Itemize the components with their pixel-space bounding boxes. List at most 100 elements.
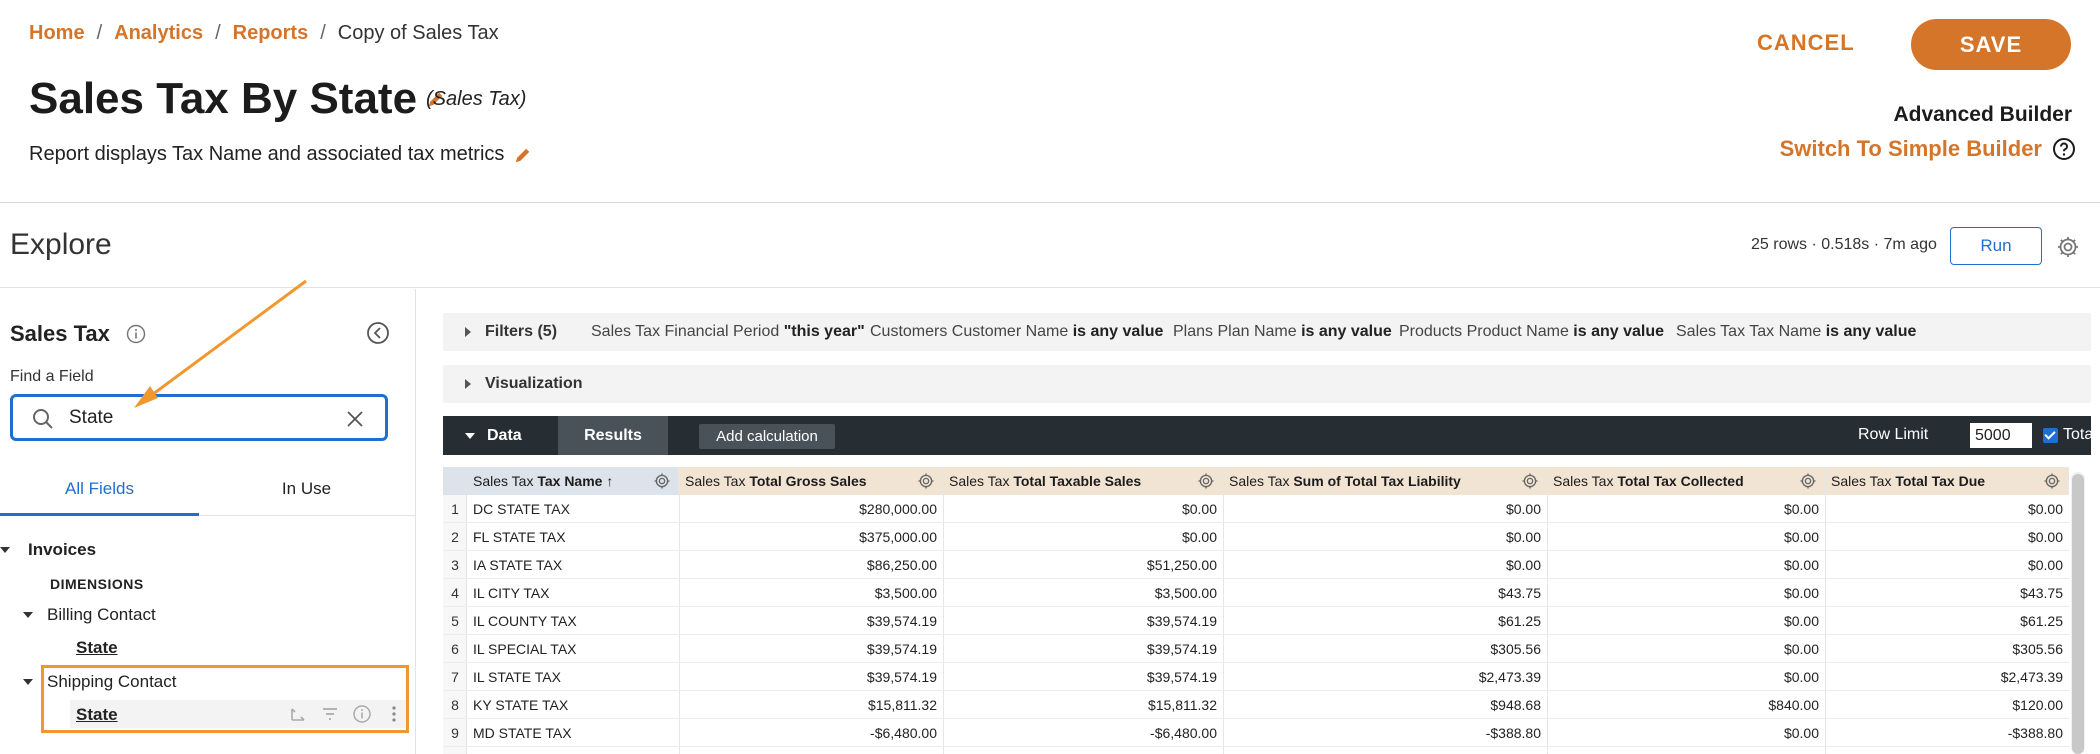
tree-group-shipping-contact[interactable]: Shipping Contact — [23, 672, 176, 692]
report-source-tag: (Sales Tax) — [426, 88, 527, 110]
row-limit-input[interactable] — [1970, 423, 2032, 448]
gear-icon[interactable] — [2056, 235, 2080, 259]
field-search-box — [10, 394, 388, 441]
column-header-field: Total Tax Collected — [1617, 473, 1744, 489]
row-index: 4 — [451, 585, 459, 601]
column-header-view: Sales Tax — [473, 473, 538, 489]
column-header-view: Sales Tax — [949, 473, 1014, 489]
value-cell: -$388.80 — [1485, 725, 1541, 741]
value-cell: $0.00 — [1783, 501, 1819, 517]
value-cell: $0.00 — [1783, 557, 1819, 573]
gear-icon[interactable] — [1197, 472, 1215, 490]
info-icon[interactable] — [126, 324, 146, 344]
value-cell: $2,473.39 — [1478, 669, 1541, 685]
column-header-view: Sales Tax — [685, 473, 750, 489]
gear-icon[interactable] — [1799, 472, 1817, 490]
field-search-input[interactable] — [69, 405, 339, 431]
table-row: 8 KY STATE TAX $15,811.32 $15,811.32 $948.68… — [443, 691, 2069, 719]
gear-icon[interactable] — [653, 472, 671, 490]
value-cell: $375,000.00 — [859, 529, 937, 545]
dimensions-heading: DIMENSIONS — [50, 576, 144, 592]
tab-in-use[interactable]: In Use — [207, 464, 406, 516]
clear-icon[interactable] — [345, 409, 365, 429]
column-header[interactable]: Sales Tax Tax Name ↑ — [467, 467, 679, 495]
tree-view-invoices[interactable]: Invoices — [0, 540, 96, 560]
column-header-field: Total Taxable Sales — [1013, 473, 1142, 489]
field-tabs: All Fields In Use — [0, 464, 416, 516]
column-header[interactable]: Sales Tax Total Tax Due — [1825, 467, 2069, 495]
pivot-icon[interactable] — [288, 704, 308, 724]
tab-all-fields[interactable]: All Fields — [0, 464, 199, 516]
row-index: 5 — [451, 613, 459, 629]
gear-icon[interactable] — [917, 472, 935, 490]
add-calculation-button[interactable]: Add calculation — [699, 424, 835, 449]
page-title: Sales Tax By State — [29, 74, 418, 123]
dimensions-label: DIMENSIONS — [50, 576, 144, 592]
field-billing-state[interactable]: State — [76, 638, 118, 658]
gear-icon[interactable] — [1521, 472, 1539, 490]
breadcrumb-separator: / — [96, 22, 103, 44]
run-button[interactable]: Run — [1950, 227, 2042, 265]
totals-label: Totals — [2063, 426, 2100, 443]
table-row: 7 IL STATE TAX $39,574.19 $39,574.19 $2,473.… — [443, 663, 2069, 691]
breadcrumb-home[interactable]: Home — [29, 22, 85, 45]
collapse-icon[interactable] — [366, 321, 390, 345]
explore-title: Explore — [10, 228, 112, 261]
tax-name-cell: DC STATE TAX — [473, 501, 570, 517]
tab-data[interactable]: Data — [443, 416, 556, 455]
gear-icon[interactable] — [2043, 472, 2061, 490]
table-row: 1 DC STATE TAX $280,000.00 $0.00 $0.00 $0.00 $… — [443, 495, 2069, 523]
filters-panel[interactable]: Filters (5) Sales Tax Financial Period "… — [443, 313, 2091, 351]
value-cell: $39,574.19 — [1146, 669, 1217, 685]
caret-down-icon — [465, 432, 475, 439]
results-table: Sales Tax Tax Name ↑ Sales Tax Total Gros… — [443, 467, 2069, 754]
value-cell: $2,473.39 — [2000, 669, 2063, 685]
info-icon[interactable] — [352, 704, 372, 724]
row-index: 9 — [451, 725, 459, 741]
row-index: 1 — [451, 501, 459, 517]
scrollbar-thumb[interactable] — [2072, 474, 2084, 754]
report-description-row: Report displays Tax Name and associated … — [29, 143, 532, 166]
breadcrumb-analytics[interactable]: Analytics — [114, 22, 203, 45]
value-cell: $3,500.00 — [1154, 585, 1217, 601]
value-cell: $305.56 — [2012, 641, 2063, 657]
value-cell: $61.25 — [1498, 613, 1541, 629]
tab-results[interactable]: Results — [558, 416, 668, 455]
filter-icon[interactable] — [320, 704, 340, 724]
tax-name-cell: IL STATE TAX — [473, 669, 561, 685]
value-cell: $39,574.19 — [1146, 641, 1217, 657]
column-header[interactable]: Sales Tax Total Tax Collected — [1547, 467, 1825, 495]
totals-checkbox[interactable] — [2043, 428, 2058, 443]
table-row: 2 FL STATE TAX $375,000.00 $0.00 $0.00 $0.00 $… — [443, 523, 2069, 551]
value-cell: $43.75 — [2020, 585, 2063, 601]
column-header-field: Total Tax Due — [1895, 473, 1986, 489]
visualization-panel[interactable]: Visualization — [443, 365, 2091, 403]
table-row: 3 IA STATE TAX $86,250.00 $51,250.00 $0.00 $0… — [443, 551, 2069, 579]
explore-name-row: Sales Tax — [10, 321, 146, 347]
caret-down-icon — [23, 612, 33, 618]
breadcrumb-reports[interactable]: Reports — [233, 22, 309, 45]
field-shipping-state[interactable]: State — [76, 705, 118, 725]
column-header[interactable]: Sales Tax Total Gross Sales — [679, 467, 943, 495]
tree-group-billing-contact[interactable]: Billing Contact — [23, 605, 156, 625]
column-header[interactable]: Sales Tax Total Taxable Sales — [943, 467, 1223, 495]
row-index: 3 — [451, 557, 459, 573]
column-header[interactable]: Sales Tax Sum of Total Tax Liability — [1223, 467, 1547, 495]
search-icon — [33, 409, 53, 429]
pencil-icon[interactable] — [514, 146, 532, 164]
tax-name-cell: IL CITY TAX — [473, 585, 550, 601]
field-label: State — [76, 705, 118, 724]
more-icon[interactable] — [384, 704, 404, 724]
row-limit-label: Row Limit — [1858, 426, 1929, 443]
explore-name: Sales Tax — [10, 321, 110, 346]
tax-name-cell: IA STATE TAX — [473, 557, 563, 573]
filter-summary: Products Product Name is any value — [1399, 323, 1665, 340]
cancel-button[interactable]: CANCEL — [1757, 30, 1855, 56]
switch-builder-link[interactable]: Switch To Simple Builder — [1780, 136, 2076, 162]
help-icon[interactable] — [2052, 137, 2076, 161]
value-cell: $120.00 — [2012, 697, 2063, 713]
value-cell: $51,250.00 — [1146, 557, 1217, 573]
breadcrumb-current: Copy of Sales Tax — [337, 22, 499, 44]
save-button[interactable]: SAVE — [1911, 19, 2071, 70]
table-row: 9 MD STATE TAX -$6,480.00 -$6,480.00 -$388.8… — [443, 719, 2069, 747]
